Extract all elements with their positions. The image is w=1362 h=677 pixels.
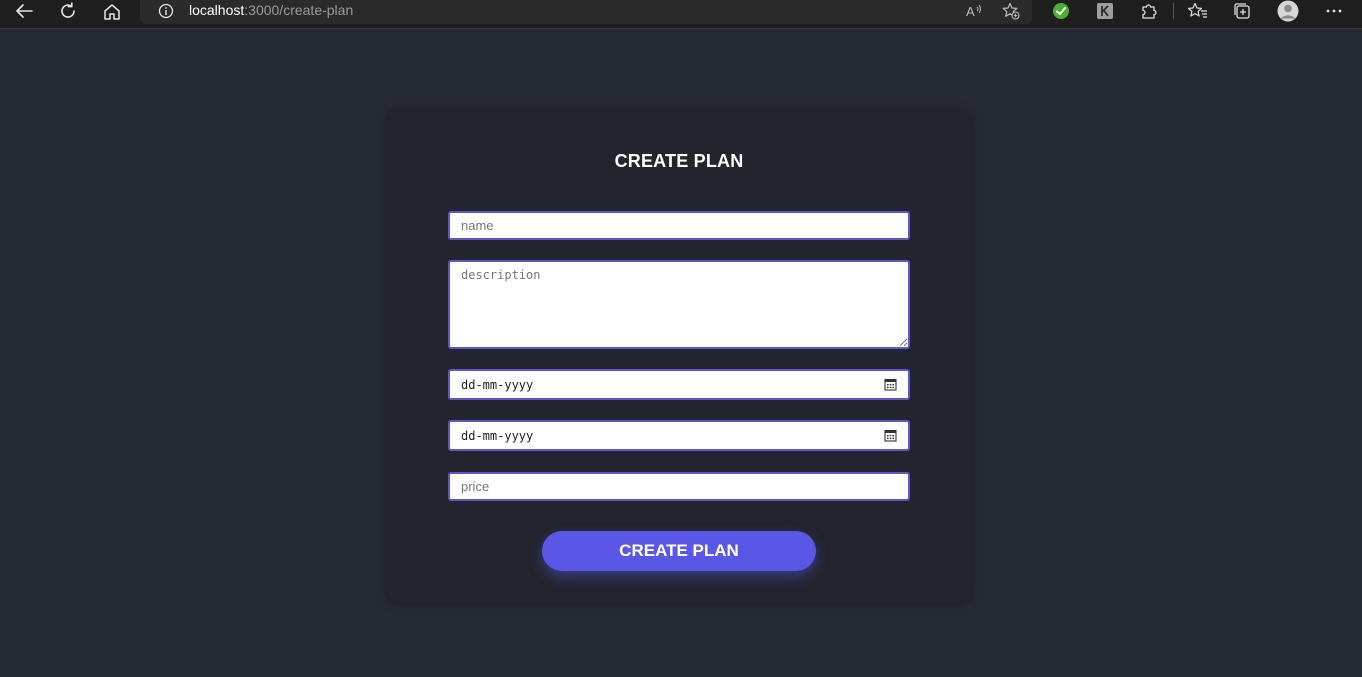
collections-icon[interactable] [1229,0,1255,22]
url-text[interactable]: localhost:3000/create-plan [189,2,353,19]
create-plan-button[interactable]: CREATE PLAN [542,531,816,571]
toolbar-divider [1173,3,1174,19]
refresh-icon[interactable] [53,0,83,22]
address-bar[interactable]: localhost:3000/create-plan A [140,0,1032,24]
create-plan-card: CREATE PLAN dd-mm-yyyy dd-mm-yyyy CREATE… [386,108,972,602]
form-title: CREATE PLAN [614,151,744,171]
browser-toolbar: localhost:3000/create-plan A [0,0,1362,29]
svg-text:A: A [966,4,975,19]
url-path: :3000/create-plan [244,2,354,18]
description-input[interactable] [448,260,910,349]
end-date-placeholder: dd-mm-yyyy [461,428,534,443]
k-extension-icon[interactable] [1092,0,1118,22]
calendar-icon[interactable] [883,378,897,392]
end-date-input[interactable]: dd-mm-yyyy [448,420,910,451]
profile-icon[interactable] [1275,0,1301,22]
add-favorite-icon[interactable] [1000,1,1022,21]
read-aloud-icon[interactable]: A [963,1,985,21]
favorites-icon[interactable] [1185,0,1211,22]
puzzle-icon[interactable] [1136,0,1162,22]
price-input[interactable] [448,472,910,501]
home-icon[interactable] [97,0,127,22]
start-date-input[interactable]: dd-mm-yyyy [448,369,910,400]
name-input[interactable] [448,211,910,240]
url-host: localhost [189,2,245,18]
calendar-icon[interactable] [883,429,897,443]
start-date-placeholder: dd-mm-yyyy [461,377,534,392]
grammar-extension-icon[interactable] [1048,0,1074,22]
back-arrow-icon[interactable] [9,0,39,22]
more-icon[interactable] [1321,0,1347,22]
info-icon[interactable] [158,3,174,19]
